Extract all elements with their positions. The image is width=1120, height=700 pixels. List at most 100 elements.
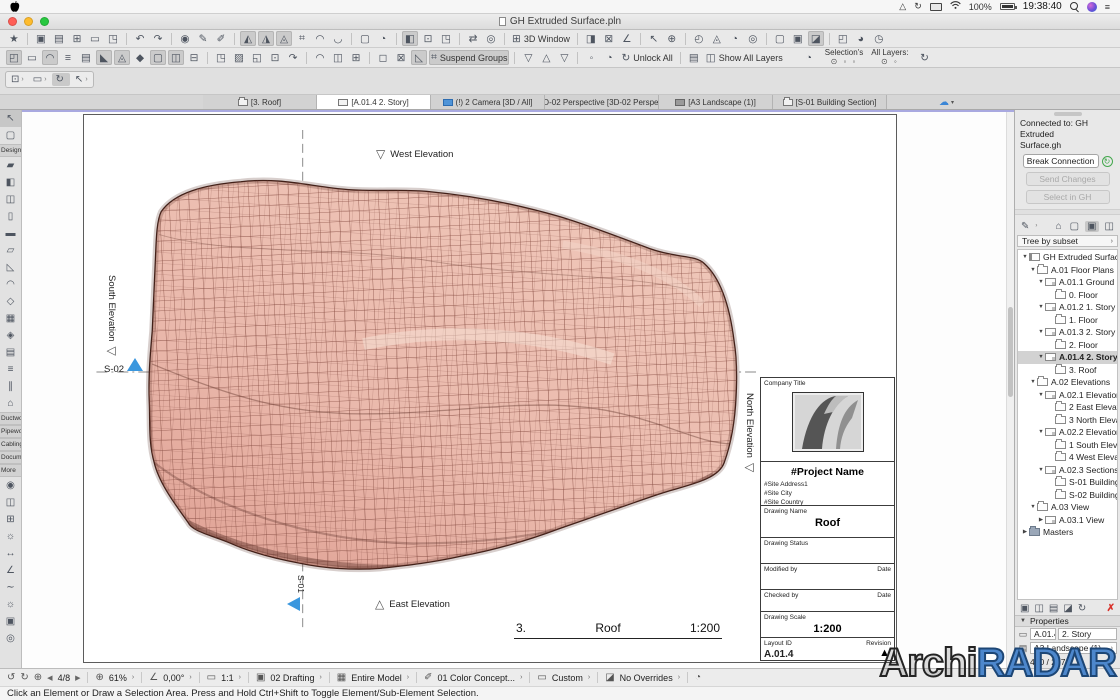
section-tool[interactable]: ◫: [0, 494, 21, 511]
renovation-demo-icon[interactable]: ⊟: [186, 50, 202, 65]
beam-tool[interactable]: ▬: [0, 225, 21, 242]
toolbar-icon[interactable]: [766, 33, 767, 45]
rotate-icon[interactable]: ▨: [231, 50, 247, 65]
unlock-icon[interactable]: ◔: [601, 50, 617, 65]
show-selection-3d-icon[interactable]: ◨: [583, 31, 599, 46]
tree-item[interactable]: 0. Floor: [1018, 289, 1117, 302]
menu-view[interactable]: [73, 1, 89, 12]
tree-item[interactable]: ▼ A.02 Elevations: [1018, 376, 1117, 389]
wall-priority-icon[interactable]: ◰: [6, 50, 22, 65]
tab-3-roof[interactable]: [3. Roof]: [203, 95, 317, 109]
toolbar-icon[interactable]: [685, 33, 686, 45]
tree-item[interactable]: ▼ A.01.4 2. Story: [1018, 351, 1117, 364]
toolbox-label-cabling[interactable]: Cabling: [0, 438, 21, 451]
layout-tree[interactable]: ▼ GH Extruded Surface ▼ A.01 Floor Plans…: [1017, 249, 1118, 600]
camera-path-tool[interactable]: ◎: [0, 630, 21, 647]
tree-item[interactable]: 2 East Elevation: [1018, 401, 1117, 414]
toolbar-icon[interactable]: [351, 33, 352, 45]
layers-visibility[interactable]: All Layers: ⊙ ◦: [871, 49, 908, 66]
window-tool[interactable]: ◫: [0, 191, 21, 208]
drag-icon[interactable]: ◳: [213, 50, 229, 65]
section-s02-arrow-icon[interactable]: [127, 358, 143, 371]
toolbox-label-document[interactable]: Docume: [0, 451, 21, 464]
disclosure-triangle-icon[interactable]: ▼: [1037, 279, 1045, 285]
angle-dimension-tool[interactable]: ∠: [0, 562, 21, 579]
title-block[interactable]: Company Title #Project Name #Site Addres…: [760, 377, 895, 661]
tab-2-camera[interactable]: (!) 2 Camera [3D / All]: [431, 95, 545, 109]
show-all-layers-button[interactable]: ◫Show All Layers: [704, 50, 785, 65]
ratio-icon[interactable]: ▭: [207, 672, 216, 683]
layout-id-field[interactable]: A.01.4: [1030, 628, 1056, 640]
menu-help[interactable]: [169, 1, 185, 12]
inject-parameters-icon[interactable]: ✎: [195, 31, 211, 46]
column-tool[interactable]: ▯: [0, 208, 21, 225]
project-chooser-icon[interactable]: ✎: [1019, 221, 1031, 232]
menu-teamwork[interactable]: [137, 1, 153, 12]
slab-tool[interactable]: ▱: [0, 242, 21, 259]
section-s01-marker[interactable]: S-01: [296, 575, 306, 593]
tree-item[interactable]: ▶ A.03.1 View: [1018, 514, 1117, 527]
cursor-snap-icon[interactable]: ◡: [330, 31, 346, 46]
toolbar-icon[interactable]: [504, 33, 505, 45]
spline-tool[interactable]: ∼: [0, 579, 21, 596]
arrow-tool[interactable]: ↖: [0, 110, 21, 127]
toolbar-icon[interactable]: [234, 33, 235, 45]
toolbar-icon[interactable]: [514, 52, 515, 64]
explode-icon[interactable]: ⊞: [348, 50, 364, 65]
siri-icon[interactable]: [1087, 2, 1097, 12]
toolbar-icon[interactable]: [829, 33, 830, 45]
wifi-icon[interactable]: [950, 1, 961, 12]
send-backward-icon[interactable]: △: [538, 50, 554, 65]
tree-item[interactable]: ▼ A.01.1 Ground Floor: [1018, 276, 1117, 289]
split-icon[interactable]: ⊡: [420, 31, 436, 46]
organizer-icon[interactable]: ◕: [853, 31, 869, 46]
section-s02-marker[interactable]: S-02: [104, 364, 124, 375]
reference-line-icon[interactable]: ◠: [42, 50, 58, 65]
menu-document[interactable]: [105, 1, 121, 12]
tab-3d02-perspective[interactable]: 3D-02 Perspective [3D-02 Perspective]: [545, 95, 659, 109]
canvas-scrollbar[interactable]: [1006, 112, 1014, 668]
mesh-tool[interactable]: ▦: [0, 310, 21, 327]
tree-item[interactable]: S-01 Building Sec: [1018, 476, 1117, 489]
tree-item[interactable]: 3 North Elevation: [1018, 414, 1117, 427]
new-layout-icon[interactable]: ▣: [1020, 603, 1029, 614]
disclosure-triangle-icon[interactable]: ▼: [1037, 304, 1045, 310]
refresh-icon[interactable]: ↻: [917, 50, 933, 65]
tree-item[interactable]: ▼ A.03 View: [1018, 501, 1117, 514]
lock-icon[interactable]: ◦: [583, 50, 599, 65]
triangle-status-icon[interactable]: △: [899, 1, 906, 12]
show-all-3d-icon[interactable]: ⊠: [601, 31, 617, 46]
zoom-forward-icon[interactable]: ↻: [20, 672, 28, 683]
zoom-level[interactable]: 61%: [109, 673, 127, 683]
toolbar-icon[interactable]: [27, 33, 28, 45]
snap-guides-icon[interactable]: ◮: [258, 31, 274, 46]
measure-icon[interactable]: ✐: [213, 31, 229, 46]
zoom-3d-icon[interactable]: ◴: [691, 31, 707, 46]
ungroup-icon[interactable]: ⊠: [393, 50, 409, 65]
tab-s01-building-section[interactable]: [S-01 Building Section]: [773, 95, 887, 109]
preview-icon[interactable]: ◷: [871, 31, 887, 46]
refresh-icon[interactable]: ↻: [1078, 603, 1086, 614]
project-map-icon[interactable]: ⌂: [1054, 221, 1064, 232]
disclosure-triangle-icon[interactable]: ▼: [1037, 467, 1045, 473]
display-status-icon[interactable]: [930, 3, 942, 11]
tree-item[interactable]: ▼ A.01 Floor Plans: [1018, 264, 1117, 277]
renovation-new-icon[interactable]: ◫: [168, 50, 184, 65]
structure-display-icon[interactable]: ▦: [337, 672, 346, 683]
transfer-settings-icon[interactable]: ▤: [51, 31, 67, 46]
snap-grid-icon[interactable]: ⌗: [294, 31, 310, 46]
trim-icon[interactable]: ◧: [402, 31, 418, 46]
menu-window[interactable]: [153, 1, 169, 12]
tree-item[interactable]: ▼ A.02.2 Elevation: [1018, 426, 1117, 439]
spotlight-icon[interactable]: [1070, 2, 1079, 11]
drawing-title-footer[interactable]: 3. Roof 1:200: [514, 621, 722, 639]
close-window-button[interactable]: [8, 17, 17, 26]
toolbar-icon[interactable]: [306, 52, 307, 64]
drawing-ratio[interactable]: 1:1: [221, 673, 234, 683]
menu-design[interactable]: [89, 1, 105, 12]
tree-item[interactable]: ▼ A.02.3 Sections: [1018, 464, 1117, 477]
favorites-icon[interactable]: ★: [6, 31, 22, 46]
duplicate-layout-icon[interactable]: ▣: [790, 31, 806, 46]
suspend-groups-button[interactable]: ⌗Suspend Groups: [429, 50, 509, 65]
layer-icon[interactable]: ▣: [256, 672, 265, 683]
